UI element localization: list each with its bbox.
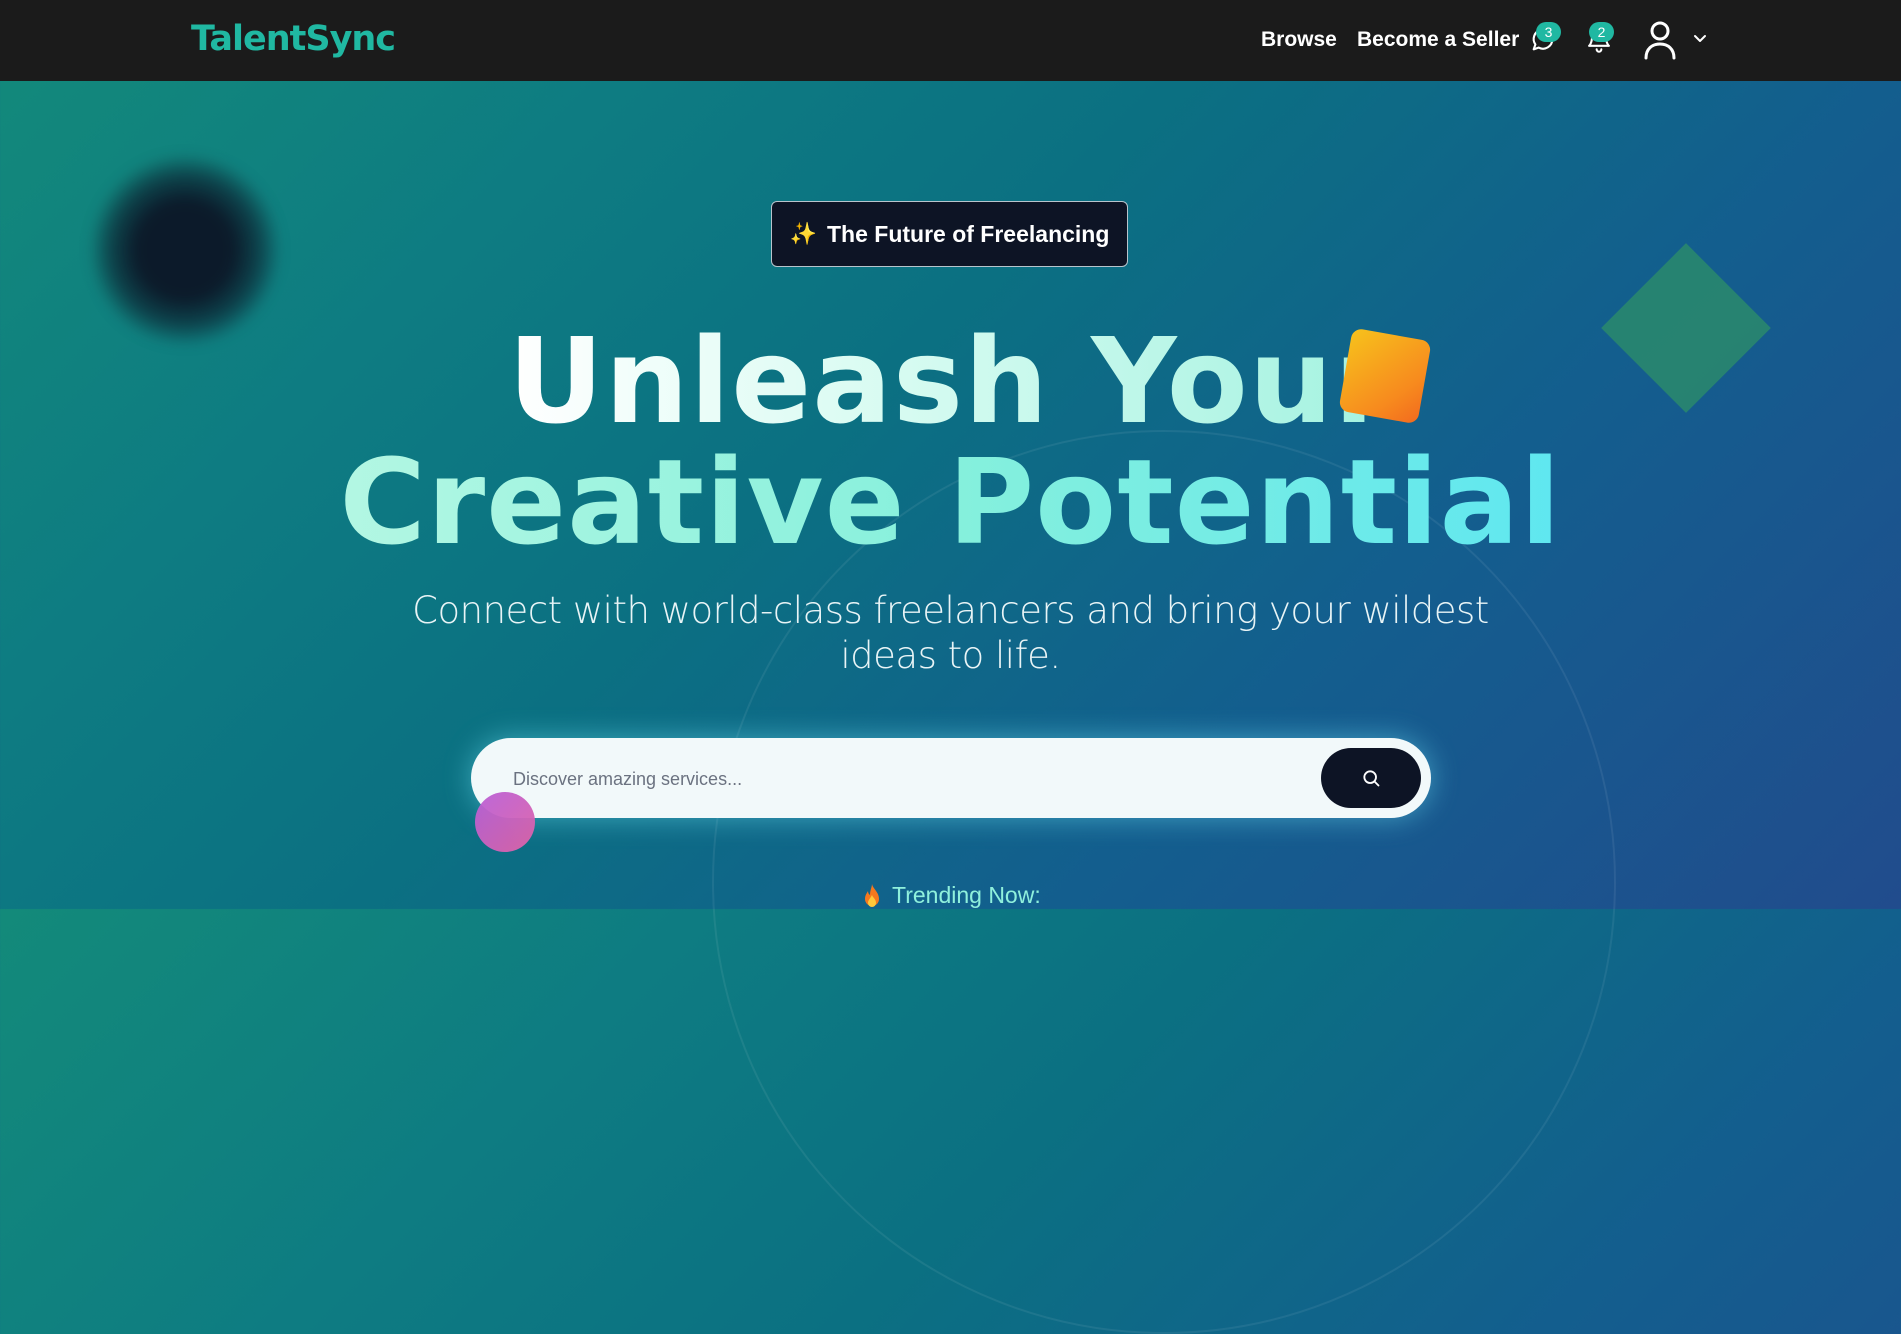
sparkles-icon: ✨ [789, 221, 817, 247]
search-button[interactable] [1321, 748, 1421, 808]
logo[interactable]: TalentSync [191, 19, 396, 59]
nav-browse-link[interactable]: Browse [1261, 28, 1337, 52]
hero-headline-line1: Unleash Your [0, 312, 1901, 450]
notifications-button[interactable]: 2 [1585, 22, 1615, 56]
hero-subtitle: Connect with world-class freelancers and… [412, 589, 1489, 677]
chevron-down-icon [1694, 35, 1706, 42]
search-icon [1363, 770, 1380, 787]
search-input[interactable] [511, 738, 1295, 820]
decorative-orange-square [1338, 327, 1432, 425]
search-bar [471, 738, 1431, 820]
messages-button[interactable]: 3 [1529, 22, 1561, 56]
notifications-count-badge: 2 [1589, 22, 1614, 42]
messages-count-badge: 3 [1536, 22, 1561, 42]
hero-headline-line2: Creative Potential [0, 433, 1901, 571]
top-navbar: TalentSync Browse Become a Seller 3 2 [0, 0, 1901, 81]
nav-become-seller-link[interactable]: Become a Seller [1357, 28, 1519, 52]
fire-icon [865, 883, 879, 907]
trending-label: Trending Now: [892, 882, 1041, 908]
hero-badge-label: The Future of Freelancing [826, 220, 1110, 247]
decorative-gradient-ball [475, 792, 535, 852]
user-icon [1644, 21, 1676, 60]
hero-headline-line2-text: Creative Potential [339, 433, 1562, 571]
hero-badge: ✨ The Future of Freelancing [771, 201, 1128, 267]
trending-section: Trending Now: [862, 882, 1041, 909]
account-menu-button[interactable] [1642, 20, 1712, 60]
hero-headline-line1-text: Unleash Your [507, 312, 1394, 450]
